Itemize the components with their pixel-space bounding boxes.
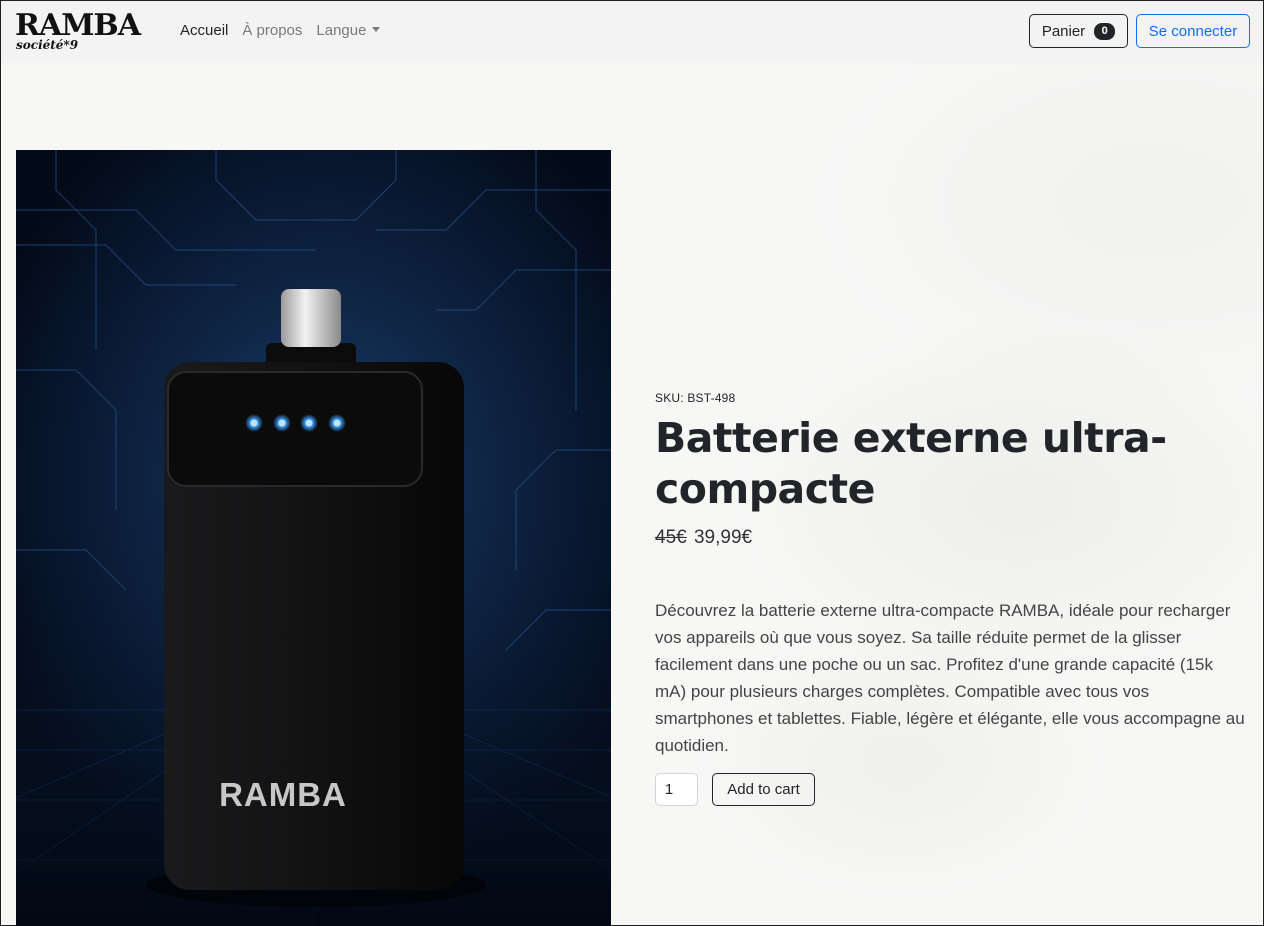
usb-c-plug [281,289,341,347]
cart-button[interactable]: Panier 0 [1029,14,1128,48]
nav-link-home[interactable]: Accueil [180,22,228,39]
cart-count-badge: 0 [1094,22,1116,40]
product-sku: SKU: BST-498 [655,391,736,405]
current-price: 39,99€ [693,527,753,548]
login-button[interactable]: Se connecter [1136,14,1250,48]
quantity-input[interactable] [655,773,698,806]
caret-down-icon [372,27,381,32]
product-image: RAMBA [16,150,611,926]
nav-language-label: Langue [316,22,367,39]
powerbank-brand-text: RAMBA [219,776,347,813]
add-to-cart-row: Add to cart [655,773,1255,806]
brand-name: RAMBA [15,8,141,43]
brand-logo[interactable]: RAMBA société*9 [15,8,141,53]
product-price: 45€ 39,99€ [655,527,1255,549]
product-description: Découvrez la batterie externe ultra-comp… [655,601,1245,755]
navbar: RAMBA société*9 Accueil À propos Langue … [1,1,1263,63]
nav-links: Accueil À propos Langue [180,22,394,39]
add-to-cart-button[interactable]: Add to cart [712,773,815,806]
product-info: SKU: BST-498 Batterie externe ultra-comp… [655,391,1255,806]
nav-link-about[interactable]: À propos [242,22,302,39]
product-title: Batterie externe ultra-compacte [655,414,1167,513]
cart-label: Panier [1041,22,1086,40]
powerbank-top-panel [167,371,423,487]
old-price: 45€ [655,527,687,548]
nav-dropdown-language[interactable]: Langue [316,22,381,39]
